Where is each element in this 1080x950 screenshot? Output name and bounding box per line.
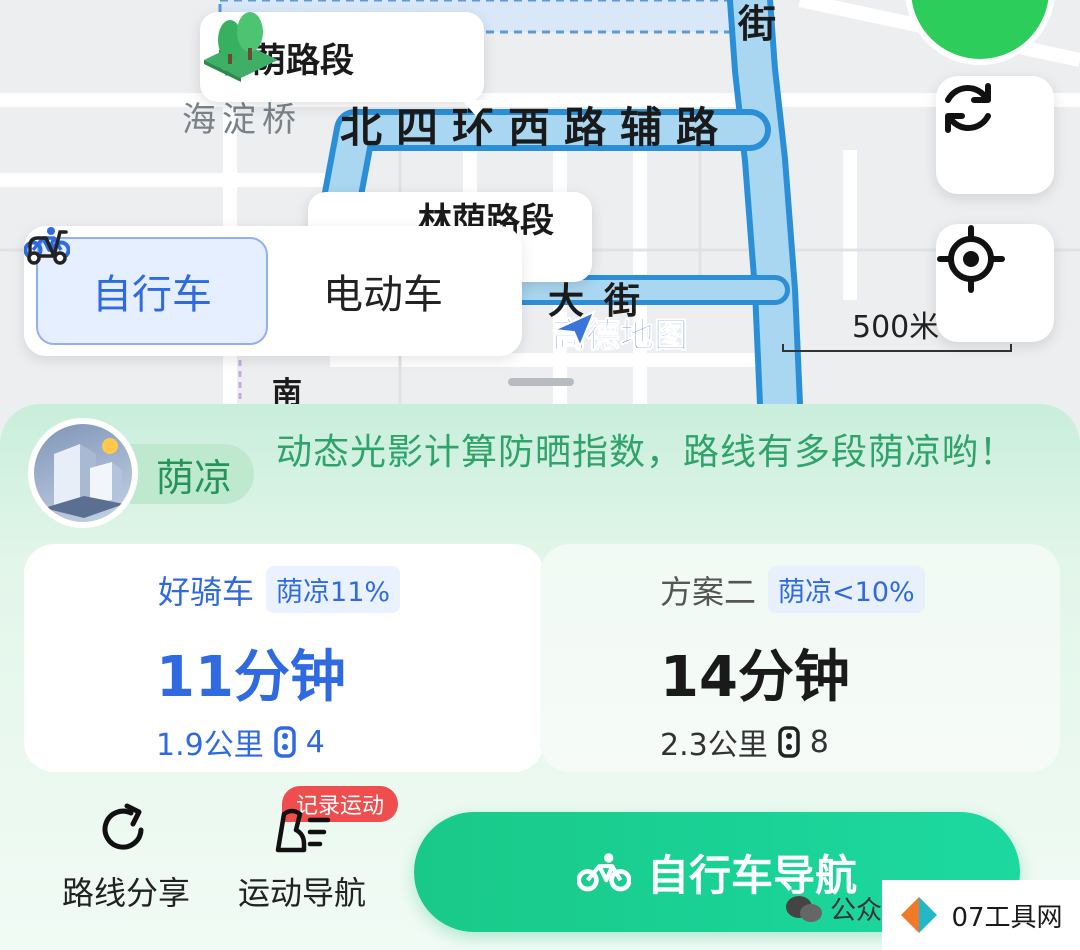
watermark-source: 公众 — [784, 890, 882, 927]
share-icon — [102, 803, 144, 850]
traffic-light-icon — [777, 726, 800, 758]
route-header: 方案二 荫凉<10% — [660, 566, 925, 613]
scale-label: 500米 — [852, 310, 940, 345]
refresh-icon — [945, 83, 991, 133]
mode-ebike-label: 电动车 — [323, 272, 443, 318]
traffic-light-icon — [273, 726, 296, 758]
mode-bike-label: 自行车 — [92, 272, 212, 318]
route-distance: 1.9公里 — [156, 728, 264, 763]
main-road-label: 北四环西路辅路 — [340, 103, 733, 152]
route-lights-count: 8 — [809, 724, 829, 760]
shade-segment-bubble[interactable]: 林荫路段 — [200, 12, 484, 102]
refresh-button[interactable] — [936, 76, 1054, 194]
shade-description: 动态光影计算防晒指数，路线有多段荫凉哟！ — [276, 432, 1017, 473]
route-duration: 11分钟 — [156, 645, 346, 710]
running-shoe-icon — [275, 808, 331, 853]
locate-icon — [937, 225, 1005, 293]
travel-mode-switch: 自行车 电动车 — [24, 226, 522, 356]
route-meta: 1.9公里 4 — [156, 720, 325, 764]
map-logo-icon — [552, 310, 596, 348]
route-name: 方案二 — [660, 572, 757, 611]
scooter-icon — [27, 230, 68, 265]
bubble-tail — [462, 100, 490, 116]
scale-bar — [782, 344, 1012, 352]
map-logo: 高德地图 — [552, 308, 689, 357]
route-share-label: 路线分享 — [62, 874, 191, 912]
route-name: 好骑车 — [158, 572, 255, 611]
watermark-source-text: 公众 — [830, 896, 883, 926]
route-header: 好骑车 荫凉11% — [158, 566, 401, 613]
route-share-button[interactable]: 路线分享 — [62, 800, 190, 914]
route-duration: 14分钟 — [660, 645, 850, 710]
tree-icon — [204, 12, 278, 82]
map-view[interactable]: 海淀桥 北四环西路辅路 街 大街 南 林荫路段 林荫路段 自行车 电动车 高德地… — [0, 0, 1080, 430]
mode-ebike-tab[interactable]: 电动车 — [27, 230, 498, 345]
sheet-drag-handle[interactable] — [508, 378, 574, 386]
route-option-1[interactable]: 好骑车 荫凉11% 11分钟 1.9公里 4 — [24, 544, 544, 772]
bicycle-icon — [576, 853, 631, 892]
watermark-text: 07工具网 — [951, 902, 1063, 933]
route-shade-tag: 荫凉<10% — [768, 566, 925, 613]
route-shade-tag: 荫凉11% — [266, 566, 401, 613]
shade-tag: 荫凉 — [130, 444, 255, 504]
route-option-2[interactable]: 方案二 荫凉<10% 14分钟 2.3公里 8 — [540, 544, 1060, 772]
watermark: 07工具网 — [882, 880, 1080, 950]
locate-button[interactable] — [936, 224, 1054, 342]
street-label-vertical: 街 — [738, 2, 777, 46]
sport-nav-label: 运动导航 — [238, 874, 367, 912]
wechat-icon — [786, 895, 822, 922]
sport-nav-button[interactable]: 运动导航 — [238, 800, 366, 914]
route-meta: 2.3公里 8 — [660, 720, 829, 764]
mode-bike-tab[interactable]: 自行车 — [24, 227, 268, 345]
route-lights-count: 4 — [305, 724, 325, 760]
watermark-logo — [899, 895, 939, 935]
route-distance: 2.3公里 — [660, 728, 768, 763]
building-icon — [28, 418, 138, 528]
